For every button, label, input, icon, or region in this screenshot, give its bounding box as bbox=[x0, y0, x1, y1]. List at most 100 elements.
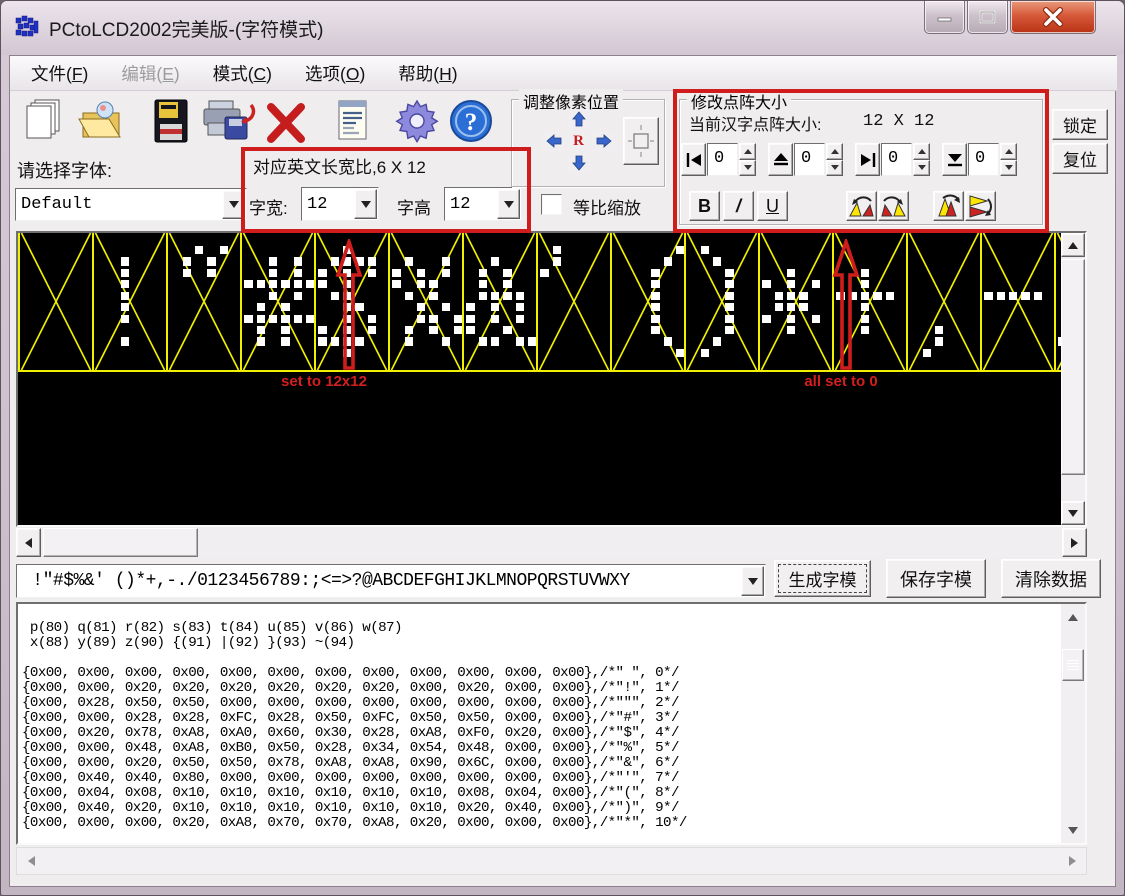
trim-left-spinner[interactable] bbox=[739, 143, 756, 176]
reset-button[interactable]: 复位 bbox=[1052, 143, 1108, 174]
trim-right-icon bbox=[859, 151, 877, 169]
output-hscrollbar[interactable] bbox=[16, 847, 1087, 875]
rotate-left-button[interactable] bbox=[846, 191, 877, 221]
output-scroll-right[interactable] bbox=[1060, 848, 1084, 874]
trim-left-field[interactable]: 0 bbox=[707, 143, 738, 176]
title-bar[interactable]: PCtoLCD2002完美版-(字符模式) bbox=[1, 1, 1124, 55]
glyph-cell-9[interactable] bbox=[684, 233, 758, 370]
close-button[interactable] bbox=[1010, 1, 1096, 34]
glyph-cell-12[interactable] bbox=[906, 233, 980, 370]
char-width-arrow[interactable] bbox=[354, 189, 377, 219]
app-icon bbox=[15, 14, 41, 40]
menu-file[interactable]: 文件(F) bbox=[19, 57, 100, 90]
glyph-cell-13[interactable] bbox=[980, 233, 1054, 370]
scroll-up-button[interactable] bbox=[1061, 233, 1085, 257]
underline-button[interactable]: U bbox=[757, 191, 788, 221]
trim-right-button[interactable] bbox=[855, 143, 880, 176]
charmap-combo-arrow[interactable] bbox=[741, 566, 764, 596]
trim-bottom-spinner[interactable] bbox=[1000, 143, 1017, 176]
glyph-cell-10[interactable] bbox=[758, 233, 832, 370]
scroll-right-button[interactable] bbox=[1062, 528, 1087, 557]
preview-vscroll-thumb[interactable] bbox=[1061, 259, 1085, 475]
output-scroll-left[interactable] bbox=[19, 848, 43, 874]
char-width-combo[interactable]: 12 bbox=[301, 187, 379, 221]
save-button[interactable] bbox=[147, 97, 195, 145]
output-scroll-up[interactable] bbox=[1061, 606, 1085, 628]
glyph-cell-2[interactable] bbox=[166, 233, 240, 370]
trim-bottom-button[interactable] bbox=[942, 143, 967, 176]
font-combo-arrow[interactable] bbox=[222, 190, 245, 219]
settings-button[interactable] bbox=[393, 97, 441, 145]
clear-data-button[interactable]: 清除数据 bbox=[1001, 559, 1101, 598]
glyph-cell-5[interactable] bbox=[388, 233, 462, 370]
trim-bottom-field[interactable]: 0 bbox=[968, 143, 999, 176]
font-select-value: Default bbox=[16, 195, 221, 214]
glyph-preview-panel[interactable] bbox=[16, 231, 1087, 527]
glyph-cell-14[interactable] bbox=[1054, 233, 1061, 370]
trim-left-button[interactable] bbox=[681, 143, 706, 176]
charmap-combo[interactable]: !"#$%&' ()*+,-./0123456789:;<=>?@ABCDEFG… bbox=[16, 564, 766, 598]
char-height-arrow[interactable] bbox=[497, 189, 520, 219]
charmap-value: !"#$%&' ()*+,-./0123456789:;<=>?@ABCDEFG… bbox=[17, 571, 740, 591]
glyph-cell-7[interactable] bbox=[536, 233, 610, 370]
char-width-value: 12 bbox=[302, 195, 353, 214]
glyph-cell-11[interactable] bbox=[832, 233, 906, 370]
scroll-down-button[interactable] bbox=[1061, 501, 1085, 525]
glyph-cell-0[interactable] bbox=[18, 233, 92, 370]
preview-hscrollbar[interactable] bbox=[16, 528, 1087, 557]
move-right-button[interactable] bbox=[592, 131, 615, 151]
glyph-cell-3[interactable] bbox=[240, 233, 314, 370]
scroll-left-button[interactable] bbox=[16, 528, 41, 557]
flip-vertical-icon bbox=[967, 193, 994, 219]
trim-right-spinner[interactable] bbox=[913, 143, 930, 176]
move-left-button[interactable] bbox=[542, 131, 565, 151]
output-scroll-down[interactable] bbox=[1061, 819, 1085, 841]
glyph-cell-6[interactable] bbox=[462, 233, 536, 370]
move-up-button[interactable] bbox=[567, 109, 590, 129]
menu-help[interactable]: 帮助(H) bbox=[386, 57, 469, 90]
open-file-button[interactable] bbox=[77, 97, 125, 145]
trim-top-field[interactable]: 0 bbox=[794, 143, 825, 176]
glyph-cell-1[interactable] bbox=[92, 233, 166, 370]
proportional-scale-checkbox[interactable] bbox=[541, 194, 562, 215]
italic-button[interactable]: / bbox=[723, 191, 754, 221]
export-save-button[interactable] bbox=[201, 97, 257, 145]
app-window: PCtoLCD2002完美版-(字符模式) 文件(F)编辑(E)模式(C)选项(… bbox=[0, 0, 1125, 896]
menu-options[interactable]: 选项(O) bbox=[293, 57, 377, 90]
output-vscrollbar[interactable] bbox=[1061, 604, 1085, 843]
trim-top-button[interactable] bbox=[768, 143, 793, 176]
menu-bar: 文件(F)编辑(E)模式(C)选项(O)帮助(H) bbox=[10, 56, 1117, 91]
flip-horizontal-button[interactable] bbox=[933, 191, 964, 221]
char-height-combo[interactable]: 12 bbox=[444, 187, 522, 221]
move-down-button[interactable] bbox=[567, 153, 590, 173]
generate-button[interactable]: 生成字模 bbox=[774, 560, 871, 597]
preview-hscroll-thumb[interactable] bbox=[43, 528, 198, 557]
minimize-icon bbox=[936, 11, 954, 23]
output-text[interactable]: p(80) q(81) r(82) s(83) t(84) u(85) v(86… bbox=[18, 618, 1061, 857]
center-glyph-button[interactable] bbox=[623, 117, 659, 165]
minimize-button[interactable] bbox=[924, 1, 965, 34]
rotate-right-button[interactable] bbox=[878, 191, 909, 221]
reset-position-button[interactable]: R bbox=[567, 131, 590, 151]
glyph-cell-4[interactable] bbox=[314, 233, 388, 370]
save-font-button[interactable]: 保存字模 bbox=[886, 559, 986, 598]
font-select-combo[interactable]: Default bbox=[15, 188, 247, 221]
triangle-left-icon bbox=[28, 856, 35, 866]
view-notes-button[interactable] bbox=[327, 97, 375, 145]
flip-vertical-button[interactable] bbox=[965, 191, 996, 221]
delete-button[interactable] bbox=[263, 97, 311, 145]
maximize-button[interactable] bbox=[967, 1, 1008, 34]
glyph-area[interactable] bbox=[18, 233, 1061, 525]
new-document-button[interactable] bbox=[21, 97, 69, 145]
trim-right-field[interactable]: 0 bbox=[881, 143, 912, 176]
preview-vscrollbar[interactable] bbox=[1061, 233, 1085, 525]
output-panel[interactable]: p(80) q(81) r(82) s(83) t(84) u(85) v(86… bbox=[16, 602, 1087, 845]
flip-horizontal-icon bbox=[935, 193, 962, 219]
glyph-cell-8[interactable] bbox=[610, 233, 684, 370]
lock-button[interactable]: 锁定 bbox=[1052, 109, 1108, 140]
trim-top-spinner[interactable] bbox=[826, 143, 843, 176]
bold-button[interactable]: B bbox=[689, 191, 720, 221]
menu-mode[interactable]: 模式(C) bbox=[201, 57, 284, 90]
help-button[interactable]: ? bbox=[447, 97, 495, 145]
output-vscroll-thumb[interactable] bbox=[1062, 649, 1084, 681]
